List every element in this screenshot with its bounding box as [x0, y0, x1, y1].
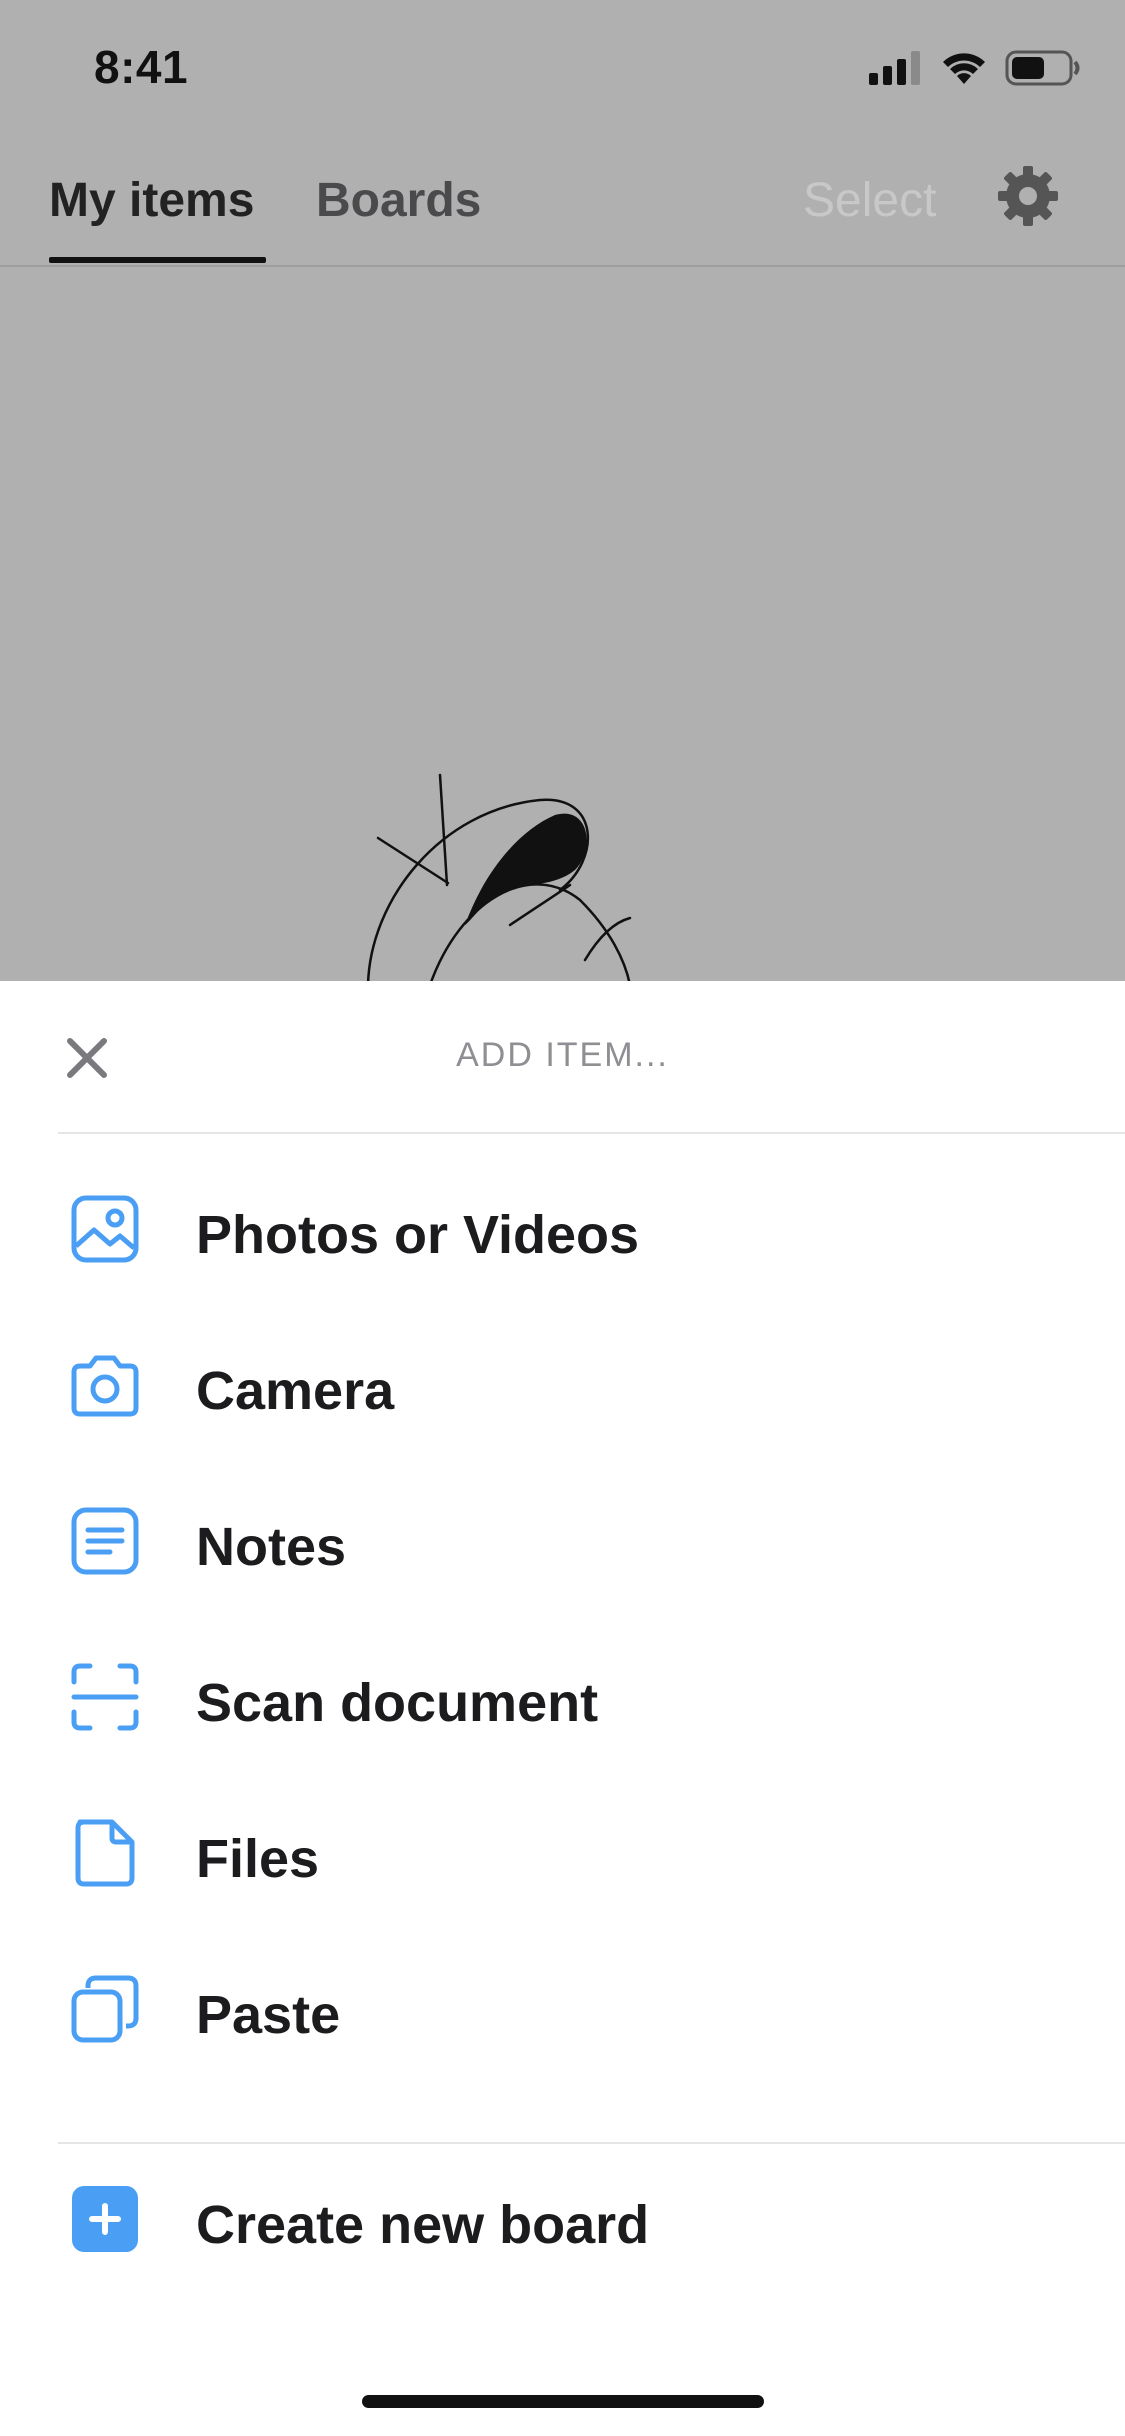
menu-item-paste[interactable]: Paste [0, 1940, 1125, 2080]
menu-item-camera[interactable]: Camera [0, 1316, 1125, 1456]
menu-item-label: Files [196, 1829, 320, 1889]
empty-state-illustration [366, 773, 632, 985]
menu-item-label: Photos or Videos [196, 1205, 640, 1265]
sheet-header: ADD ITEM... [0, 981, 1125, 1134]
add-item-sheet: ADD ITEM... Photos or Videos Camera Note… [0, 981, 1125, 2436]
menu-item-files[interactable]: Files [0, 1784, 1125, 1924]
sheet-divider-bottom [58, 2142, 1125, 2144]
menu-item-label: Create new board [196, 2195, 650, 2255]
menu-item-label: Scan document [196, 1673, 599, 1733]
menu-item-scan-document[interactable]: Scan document [0, 1628, 1125, 1768]
paste-icon [71, 1975, 139, 2043]
menu-item-label: Paste [196, 1985, 341, 2045]
notes-icon [71, 1507, 139, 1575]
scan-icon [71, 1663, 139, 1731]
file-icon [75, 1819, 135, 1887]
sheet-divider-top [58, 1132, 1125, 1134]
menu-item-notes[interactable]: Notes [0, 1472, 1125, 1612]
plus-icon [72, 2186, 138, 2252]
menu-item-create-new-board[interactable]: Create new board [0, 2150, 1125, 2290]
menu-item-label: Notes [196, 1517, 347, 1577]
camera-icon [71, 1355, 139, 1417]
sheet-title: ADD ITEM... [456, 1036, 669, 1074]
photo-icon [71, 1195, 139, 1263]
menu-item-label: Camera [196, 1361, 395, 1421]
home-indicator [362, 2395, 764, 2408]
menu-item-photos-videos[interactable]: Photos or Videos [0, 1160, 1125, 1300]
